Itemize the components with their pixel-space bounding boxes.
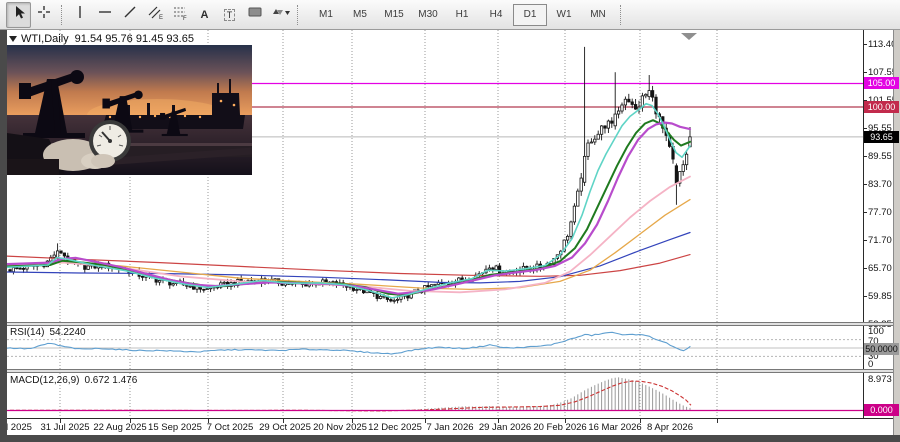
symbol-dropdown-icon [9,36,17,42]
panel-splitter-macd[interactable] [0,369,893,373]
date-label: 7 Oct 2025 [207,422,253,433]
arrows-dropdown-icon [269,4,291,25]
rectangle-tool-button[interactable] [242,2,267,28]
vertical-line-icon [72,4,88,25]
text-label-tool-button[interactable]: T [217,2,242,28]
macd-values: 0.672 1.476 [84,375,137,386]
date-label: 7 Jan 2026 [426,422,473,433]
price-axis-label: 83.70 [868,179,892,190]
month-tick [565,419,566,423]
trading-platform-window: E F A T M1M5M15M30H1H4D1W1MN [0,0,900,442]
price-axis-label: 71.70 [868,235,892,246]
time-scale[interactable]: 9 Jul 202531 Jul 202522 Aug 202515 Sep 2… [0,418,893,435]
timeframe-button-h4[interactable]: H4 [479,4,513,26]
toolbar-separator [297,5,298,25]
window-frame-bottom [0,435,900,442]
rsi-label: RSI(14)54.2240 [10,327,86,338]
date-label: 8 Apr 2026 [647,422,693,433]
month-tick [717,419,718,423]
timeframe-button-m30[interactable]: M30 [411,4,445,26]
date-label: 20 Feb 2026 [533,422,586,433]
price-level-badge: 105.00 [864,77,899,89]
cursor-icon [11,4,27,25]
window-frame-left [0,30,7,435]
price-axis-tick [863,44,867,45]
date-label: 22 Aug 2025 [93,422,146,433]
equidistant-channel-tool-button[interactable]: E [142,2,167,28]
oil-industry-photo [7,45,252,175]
price-level-badge: 100.00 [864,101,899,113]
timeframe-button-w1[interactable]: W1 [547,4,581,26]
trendline-tool-button[interactable] [117,2,142,28]
toolbar: E F A T M1M5M15M30H1H4D1W1MN [0,0,900,30]
macd-scale-label: 8.973 [868,374,892,385]
month-tick [60,419,61,423]
chart-title[interactable]: WTI,Daily 91.54 95.76 91.45 93.65 [9,33,194,45]
vertical-line-tool-button[interactable] [67,2,92,28]
timeframe-button-mn[interactable]: MN [581,4,615,26]
symbol-timeframe-label: WTI,Daily [21,33,69,45]
date-label: 16 Mar 2026 [588,422,641,433]
month-tick [130,419,131,423]
cursor-tool-button[interactable] [6,2,31,28]
month-tick [640,419,641,423]
price-axis-tick [863,296,867,297]
month-tick [208,419,209,423]
fibonacci-tool-button[interactable]: F [167,2,192,28]
price-level-badge: 93.65 [864,131,899,143]
rsi-value: 54.2240 [49,327,85,338]
svg-text:E: E [159,15,163,20]
price-axis-tick [863,212,867,213]
ohlc-values: 91.54 95.76 91.45 93.65 [75,33,194,45]
right-scroll-strip [893,30,900,435]
price-axis-tick [863,240,867,241]
timeframe-button-m5[interactable]: M5 [343,4,377,26]
date-label: 31 Jul 2025 [40,422,89,433]
timeframe-button-d1[interactable]: D1 [513,4,547,26]
crosshair-tool-button[interactable] [31,2,56,28]
price-axis-label: 59.85 [868,291,892,302]
price-axis-tick [863,128,867,129]
date-label: 29 Jan 2026 [479,422,531,433]
rectangle-icon [247,4,263,25]
price-axis-label: 65.70 [868,263,892,274]
price-axis-tick [863,268,867,269]
trendline-icon [122,4,138,25]
text-label-icon: T [224,9,236,21]
crosshair-icon [36,4,52,25]
price-axis-tick [863,156,867,157]
month-tick [425,419,426,423]
horizontal-line-tool-button[interactable] [92,2,117,28]
date-label: 12 Dec 2025 [368,422,422,433]
month-tick [283,419,284,423]
timeframe-button-m1[interactable]: M1 [309,4,343,26]
month-tick [498,419,499,423]
timeframe-button-h1[interactable]: H1 [445,4,479,26]
month-tick [352,419,353,423]
macd-label: MACD(12,26,9)0.672 1.476 [10,375,137,386]
fibonacci-icon: F [172,4,188,25]
rsi-level-badge: 50.0000 [864,343,899,355]
date-label: 29 Oct 2025 [259,422,311,433]
price-axis-tick [863,72,867,73]
toolbar-separator [620,5,621,25]
arrows-tool-button[interactable] [267,2,292,28]
price-axis-label: 89.55 [868,151,892,162]
macd-zero-badge: 0.000 [864,404,899,416]
text-tool-button[interactable]: A [192,2,217,28]
equidistant-channel-icon: E [147,4,163,25]
timeframe-button-m15[interactable]: M15 [377,4,411,26]
svg-text:F: F [183,16,187,20]
price-axis-label: 77.70 [868,207,892,218]
horizontal-line-icon [97,4,113,25]
panel-splitter-rsi[interactable] [0,322,893,326]
date-label: 15 Sep 2025 [148,422,202,433]
timeframe-bar: M1M5M15M30H1H4D1W1MN [309,4,615,26]
text-tool-icon: A [201,9,209,21]
toolbar-separator [61,5,62,25]
price-axis-tick [863,184,867,185]
rsi-indicator-canvas[interactable] [7,326,863,369]
date-label: 20 Nov 2025 [313,422,367,433]
